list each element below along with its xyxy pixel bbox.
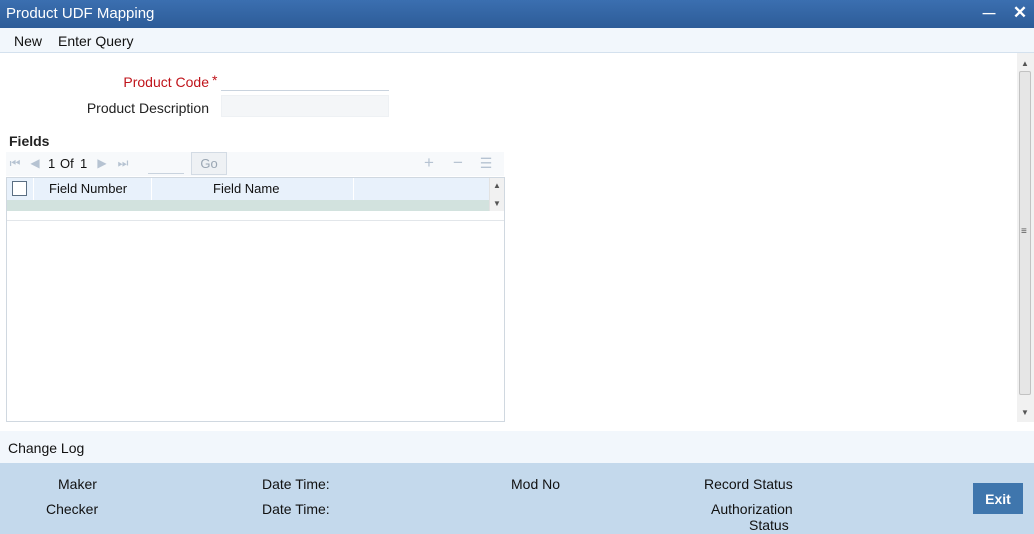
scroll-down-icon[interactable]: ▼	[1021, 408, 1029, 417]
first-page-icon[interactable]: ⏮	[8, 155, 22, 171]
delete-row-icon[interactable]: −	[449, 153, 467, 173]
checker-label: Checker	[46, 501, 99, 517]
menu-enter-query[interactable]: Enter Query	[58, 33, 133, 49]
close-icon[interactable]: ✕	[1010, 3, 1030, 23]
column-separator	[33, 178, 34, 200]
product-code-input[interactable]	[221, 69, 389, 91]
menu-new[interactable]: New	[14, 33, 42, 49]
window-titlebar: Product UDF Mapping ─ ✕	[0, 0, 1034, 28]
product-code-label: Product Code	[123, 74, 209, 90]
page-of-label: Of	[60, 156, 74, 171]
page-scrollbar[interactable]: ▲ ≡ ▼	[1017, 53, 1034, 422]
previous-page-icon[interactable]: ◀	[28, 155, 42, 171]
fields-grid-toolbar: ⏮ ◀ 1 Of 1 ▶ ⏭ Go + − ☰	[6, 152, 504, 176]
change-log-bar: Change Log	[0, 431, 1034, 463]
product-description-input[interactable]	[221, 95, 389, 117]
maker-datetime-label: Date Time:	[262, 476, 330, 492]
page-number-input[interactable]	[148, 154, 184, 174]
product-description-label: Product Description	[86, 100, 209, 116]
checker-datetime-label: Date Time:	[262, 501, 330, 517]
column-field-number[interactable]: Field Number	[49, 181, 127, 196]
scroll-up-icon[interactable]: ▲	[1021, 59, 1029, 68]
exit-button[interactable]: Exit	[973, 483, 1023, 514]
add-row-icon[interactable]: +	[420, 153, 438, 173]
single-view-icon[interactable]: ☰	[477, 153, 495, 173]
record-status-label: Record Status	[704, 476, 793, 492]
required-marker: *	[212, 72, 218, 88]
authorization-status-label-line2: Status	[749, 517, 789, 533]
current-page: 1	[48, 156, 56, 171]
next-page-icon[interactable]: ▶	[95, 155, 109, 171]
grip-icon: ≡	[1021, 226, 1027, 237]
total-pages: 1	[80, 156, 88, 171]
go-button[interactable]: Go	[191, 152, 227, 175]
scroll-down-icon[interactable]: ▼	[493, 199, 501, 208]
grid-scrollbar[interactable]: ▲ ▼	[489, 178, 504, 211]
last-page-icon[interactable]: ⏭	[116, 155, 130, 171]
table-row[interactable]	[7, 200, 489, 211]
column-separator	[151, 178, 152, 200]
menu-bar: New Enter Query	[0, 28, 1034, 53]
column-separator	[353, 178, 354, 200]
scroll-up-icon[interactable]: ▲	[493, 181, 501, 190]
maker-label: Maker	[58, 476, 97, 492]
change-log-label[interactable]: Change Log	[8, 440, 84, 456]
fields-section-title: Fields	[9, 133, 50, 149]
audit-footer: Maker Checker Date Time: Date Time: Mod …	[0, 463, 1034, 534]
authorization-status-label: Authorization	[711, 501, 793, 517]
column-field-name[interactable]: Field Name	[213, 181, 279, 196]
window-title: Product UDF Mapping	[6, 5, 155, 22]
mod-no-label: Mod No	[511, 476, 561, 492]
grid-body	[7, 211, 504, 221]
minimize-icon[interactable]: ─	[979, 3, 999, 23]
grid-header: Field Number Field Name	[7, 178, 489, 200]
select-all-checkbox[interactable]	[12, 181, 27, 196]
fields-grid: Field Number Field Name ▲ ▼	[6, 177, 505, 422]
